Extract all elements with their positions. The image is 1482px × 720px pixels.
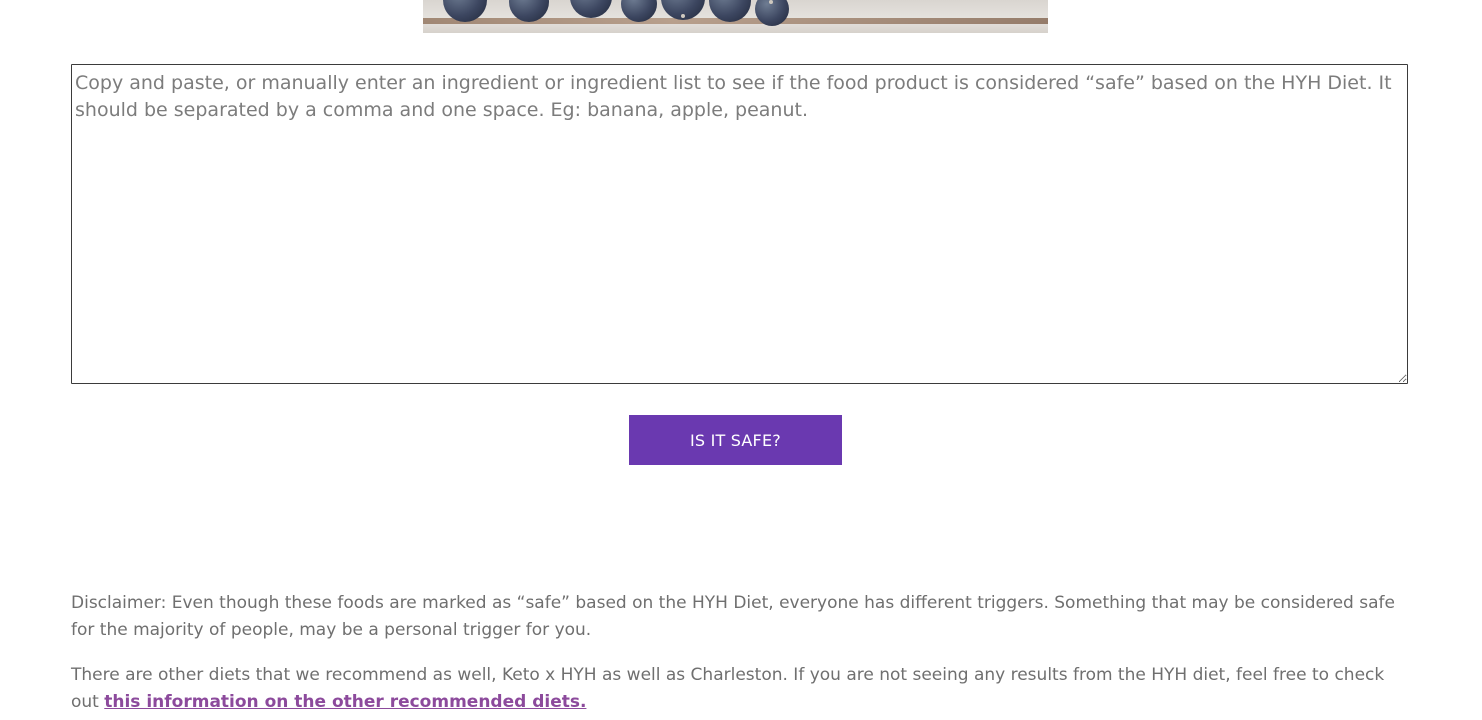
- blueberry-stem: [681, 14, 685, 18]
- disclaimer-text: Disclaimer: Even though these foods are …: [71, 593, 1395, 640]
- hero-image: [423, 0, 1048, 33]
- is-it-safe-button[interactable]: IS IT SAFE?: [629, 415, 842, 465]
- other-diets-link[interactable]: this information on the other recommende…: [104, 692, 586, 712]
- page: IS IT SAFE? Disclaimer: Even though thes…: [0, 0, 1482, 720]
- ingredient-list-input[interactable]: [71, 64, 1408, 384]
- blueberry-stem: [769, 0, 773, 4]
- blueberry-icon: [570, 0, 612, 18]
- other-diets-paragraph: There are other diets that we recommend …: [71, 662, 1411, 716]
